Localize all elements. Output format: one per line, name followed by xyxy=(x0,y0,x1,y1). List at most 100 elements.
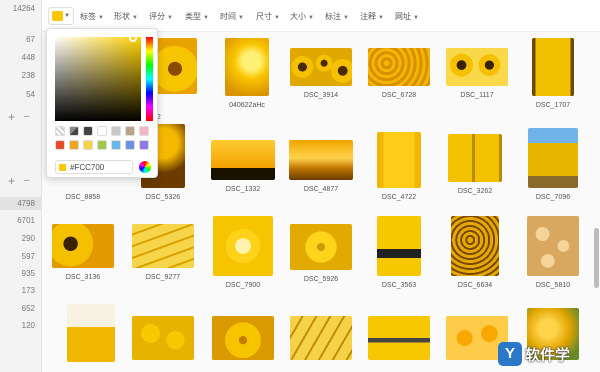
image-tile[interactable] xyxy=(56,304,126,362)
count-item[interactable]: 6701 xyxy=(17,216,35,225)
image-tile[interactable] xyxy=(128,316,198,360)
chevron-down-icon: ▼ xyxy=(167,15,173,21)
image-tile[interactable]: DSC_7096 xyxy=(518,128,588,201)
watermark: Y 软件学 xyxy=(498,340,596,368)
image-tile[interactable]: DSC_1707 xyxy=(518,38,588,109)
image-caption: DSC_1332 xyxy=(225,186,261,193)
image-thumbnail xyxy=(52,224,114,268)
chevron-down-icon: ▼ xyxy=(413,15,419,21)
color-wheel-icon[interactable] xyxy=(139,161,151,173)
filter-type[interactable]: 类型 ▼ xyxy=(185,11,209,22)
image-thumbnail xyxy=(67,304,115,362)
image-tile[interactable]: DSC_1332 xyxy=(208,140,278,193)
filter-annotation-mark[interactable]: 标注 ▼ xyxy=(325,11,349,22)
preset-swatch[interactable] xyxy=(69,126,79,136)
count-item[interactable]: 54 xyxy=(26,90,35,99)
count-item[interactable]: 448 xyxy=(22,53,35,62)
color-swatch xyxy=(52,11,63,21)
image-caption: DSC_7096 xyxy=(535,194,571,201)
preset-swatch[interactable] xyxy=(83,126,93,136)
preset-swatch[interactable] xyxy=(111,140,121,150)
hex-value: #FCC700 xyxy=(70,163,105,172)
image-tile[interactable]: DSC_9277 xyxy=(128,224,198,281)
preset-swatch[interactable] xyxy=(139,126,149,136)
image-tile[interactable] xyxy=(364,316,434,360)
preset-swatch[interactable] xyxy=(83,140,93,150)
image-thumbnail xyxy=(527,216,579,276)
preset-swatch[interactable] xyxy=(55,126,65,136)
preset-swatch[interactable] xyxy=(55,140,65,150)
color-handle[interactable] xyxy=(129,34,137,42)
add-icon[interactable]: + xyxy=(8,110,15,124)
count-item[interactable]: 120 xyxy=(22,321,35,330)
count-item[interactable]: 67 xyxy=(26,35,35,44)
image-tile[interactable]: DSC_3136 xyxy=(48,224,118,281)
image-tile[interactable]: DSC_5810 xyxy=(518,216,588,289)
collapse-icon[interactable]: – xyxy=(24,175,30,186)
image-thumbnail xyxy=(225,38,269,96)
count-item[interactable]: 935 xyxy=(22,269,35,278)
filter-shape[interactable]: 形状 ▼ xyxy=(114,11,138,22)
image-tile[interactable] xyxy=(286,316,356,360)
hue-slider[interactable] xyxy=(146,37,153,121)
count-item[interactable]: 652 xyxy=(22,304,35,313)
image-caption: DSC_3563 xyxy=(381,282,417,289)
add-icon[interactable]: + xyxy=(8,174,15,188)
hex-color-input[interactable]: #FCC700 xyxy=(55,160,133,174)
image-tile[interactable]: DSC_3563 xyxy=(364,216,434,289)
filter-time[interactable]: 时间 ▼ xyxy=(220,11,244,22)
image-thumbnail xyxy=(132,224,194,268)
preset-swatch[interactable] xyxy=(97,126,107,136)
image-thumbnail xyxy=(532,38,574,96)
image-tile[interactable]: 040622aHc xyxy=(212,38,282,109)
collapse-icon[interactable]: – xyxy=(24,111,30,122)
count-item[interactable]: 597 xyxy=(22,252,35,261)
color-filter-button[interactable]: ▼ xyxy=(48,7,74,25)
image-library-window: 14264 67 448 238 54 + – + – 4798 6701 29… xyxy=(0,0,600,372)
image-caption: DSC_1707 xyxy=(535,102,571,109)
filter-rating[interactable]: 评分 ▼ xyxy=(149,11,173,22)
chevron-down-icon: ▼ xyxy=(308,15,314,21)
image-tile[interactable]: DSC_6634 xyxy=(440,216,510,289)
count-item[interactable]: 290 xyxy=(22,234,35,243)
image-tile[interactable]: DSC_4722 xyxy=(364,132,434,201)
scrollbar[interactable] xyxy=(594,228,599,288)
image-caption: DSC_4722 xyxy=(381,194,417,201)
chevron-down-icon: ▼ xyxy=(378,15,384,21)
image-tile[interactable]: DSC_7900 xyxy=(208,216,278,289)
image-thumbnail xyxy=(377,132,421,188)
color-picker-popover: #FCC700 xyxy=(46,28,158,178)
chevron-down-icon: ▼ xyxy=(64,13,70,19)
preset-swatch[interactable] xyxy=(111,126,121,136)
preset-swatch[interactable] xyxy=(69,140,79,150)
filter-dimensions[interactable]: 尺寸 ▼ xyxy=(256,11,280,22)
filter-notes[interactable]: 注释 ▼ xyxy=(360,11,384,22)
preset-swatch[interactable] xyxy=(97,140,107,150)
count-item[interactable]: 14264 xyxy=(13,4,35,13)
image-tile[interactable]: DSC_5926 xyxy=(286,224,356,283)
image-tile[interactable]: DSC_6728 xyxy=(364,48,434,99)
image-thumbnail xyxy=(451,216,499,276)
preset-swatch[interactable] xyxy=(125,126,135,136)
count-item[interactable]: 238 xyxy=(22,71,35,80)
filter-tags[interactable]: 标签 ▼ xyxy=(80,11,104,22)
image-tile[interactable]: DSC_3262 xyxy=(440,134,510,195)
saturation-value-area[interactable] xyxy=(55,37,141,121)
image-caption: DSC_5926 xyxy=(303,276,339,283)
image-tile[interactable] xyxy=(208,316,278,360)
image-tile[interactable]: DSC_4877 xyxy=(286,140,356,193)
count-item-selected[interactable]: 4798 xyxy=(0,197,41,210)
image-caption: DSC_6728 xyxy=(381,92,417,99)
image-thumbnail xyxy=(290,48,352,86)
image-tile[interactable]: DSC_3914 xyxy=(286,48,356,99)
preset-swatch[interactable] xyxy=(125,140,135,150)
preset-swatch[interactable] xyxy=(139,140,149,150)
filter-url[interactable]: 网址 ▼ xyxy=(395,11,419,22)
count-item[interactable]: 173 xyxy=(22,286,35,295)
image-thumbnail xyxy=(289,140,353,180)
filter-size[interactable]: 大小 ▼ xyxy=(290,11,314,22)
color-swatch xyxy=(59,164,66,171)
image-caption: DSC_7900 xyxy=(225,282,261,289)
image-thumbnail xyxy=(368,48,430,86)
image-tile[interactable]: DSC_1117 xyxy=(442,48,512,99)
